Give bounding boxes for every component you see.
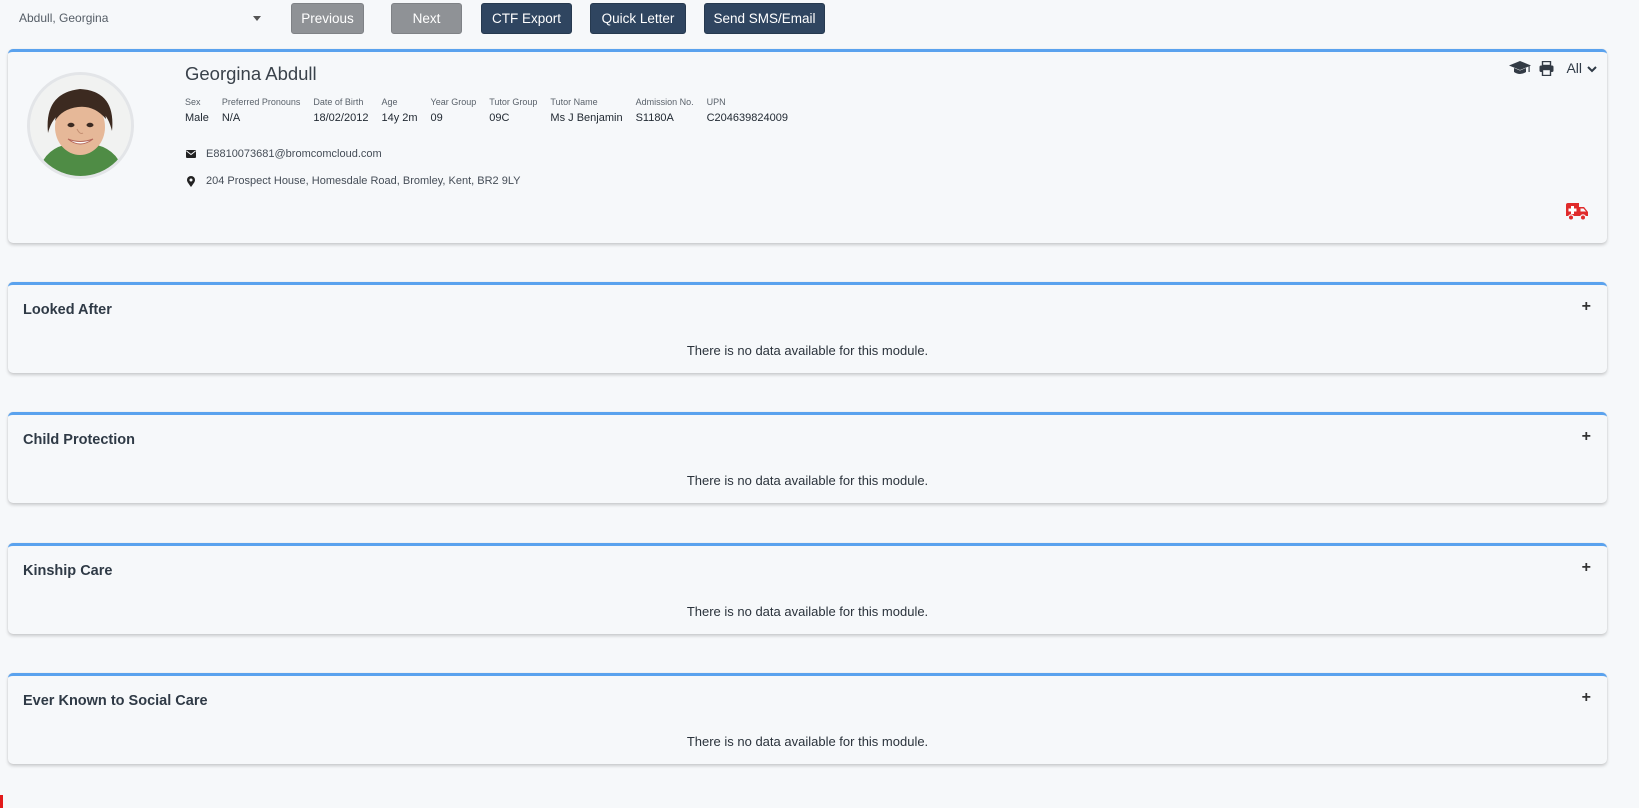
- email-link[interactable]: E8810073681@bromcomcloud.com: [206, 148, 382, 160]
- empty-message: There is no data available for this modu…: [686, 604, 929, 619]
- field-year-group: Year Group 09: [431, 97, 477, 124]
- field-label: Age: [381, 97, 398, 107]
- field-label: UPN: [706, 97, 726, 107]
- field-value: 09C: [489, 112, 510, 124]
- chevron-down-icon: [1587, 60, 1597, 76]
- map-pin-icon: [185, 175, 197, 187]
- module-looked-after: Looked After + There is no data availabl…: [8, 282, 1607, 373]
- toolbar: Abdull, Georgina Previous Next CTF Expor…: [0, 0, 1639, 40]
- quick-letter-button[interactable]: Quick Letter: [590, 3, 686, 34]
- student-details: Sex Male Preferred Pronouns N/A Date of …: [185, 97, 801, 124]
- student-select[interactable]: Abdull, Georgina: [8, 6, 278, 30]
- caret-down-icon: [253, 16, 261, 21]
- student-select-value: Abdull, Georgina: [19, 11, 109, 25]
- empty-message: There is no data available for this modu…: [686, 343, 929, 358]
- edge-marker: [0, 795, 3, 808]
- ambulance-icon[interactable]: [1565, 202, 1589, 226]
- module-title: Child Protection: [23, 432, 135, 448]
- graduation-cap-icon[interactable]: [1509, 60, 1532, 76]
- student-profile-card: Georgina Abdull Sex Male Preferred Prono…: [8, 49, 1607, 243]
- expand-plus-icon[interactable]: +: [1582, 299, 1591, 315]
- field-admission-no: Admission No. S1180A: [636, 97, 694, 124]
- field-tutor-group: Tutor Group 09C: [489, 97, 537, 124]
- field-age: Age 14y 2m: [381, 97, 417, 124]
- field-label: Year Group: [430, 97, 477, 107]
- field-value: 14y 2m: [381, 112, 418, 124]
- address-text: 204 Prospect House, Homesdale Road, Brom…: [206, 175, 521, 187]
- envelope-icon: [185, 148, 197, 160]
- field-value: Ms J Benjamin: [550, 112, 623, 124]
- send-sms-email-button[interactable]: Send SMS/Email: [704, 3, 825, 34]
- field-value: 18/02/2012: [313, 112, 369, 124]
- student-name: Georgina Abdull: [185, 63, 317, 84]
- empty-message: There is no data available for this modu…: [686, 473, 929, 488]
- field-value: Male: [185, 112, 209, 124]
- expand-plus-icon[interactable]: +: [1582, 429, 1591, 445]
- field-label: Tutor Name: [550, 97, 598, 107]
- student-photo: [30, 75, 131, 176]
- module-child-protection: Child Protection + There is no data avai…: [8, 412, 1607, 503]
- avatar: [27, 72, 134, 179]
- field-value: C204639824009: [706, 112, 788, 124]
- field-date-of-birth: Date of Birth 18/02/2012: [313, 97, 368, 124]
- field-value: N/A: [221, 112, 241, 124]
- next-button[interactable]: Next: [391, 3, 462, 34]
- previous-button[interactable]: Previous: [291, 3, 364, 34]
- address-row: 204 Prospect House, Homesdale Road, Brom…: [185, 175, 520, 187]
- field-label: Date of Birth: [313, 97, 364, 107]
- print-icon[interactable]: [1539, 60, 1554, 76]
- module-title: Looked After: [23, 302, 112, 318]
- expand-plus-icon[interactable]: +: [1582, 690, 1591, 706]
- empty-message: There is no data available for this modu…: [686, 734, 929, 749]
- expand-plus-icon[interactable]: +: [1582, 560, 1591, 576]
- field-label: Preferred Pronouns: [221, 97, 301, 107]
- profile-actions: All: [1501, 60, 1597, 76]
- field-value: S1180A: [635, 112, 674, 124]
- view-filter-dropdown[interactable]: All: [1566, 60, 1597, 76]
- email-row: E8810073681@bromcomcloud.com: [185, 148, 382, 160]
- module-kinship-care: Kinship Care + There is no data availabl…: [8, 543, 1607, 634]
- field-tutor-name: Tutor Name Ms J Benjamin: [550, 97, 622, 124]
- module-ever-known-to-social-care: Ever Known to Social Care + There is no …: [8, 673, 1607, 764]
- view-filter-label: All: [1566, 60, 1582, 76]
- field-preferred-pronouns: Preferred Pronouns N/A: [222, 97, 301, 124]
- module-title: Ever Known to Social Care: [23, 693, 208, 709]
- field-label: Admission No.: [635, 97, 694, 107]
- field-label: Sex: [185, 97, 201, 107]
- field-upn: UPN C204639824009: [707, 97, 788, 124]
- field-value: 09: [430, 112, 443, 124]
- field-sex: Sex Male: [185, 97, 209, 124]
- module-title: Kinship Care: [23, 563, 113, 579]
- field-label: Tutor Group: [489, 97, 538, 107]
- ctf-export-button[interactable]: CTF Export: [481, 3, 572, 34]
